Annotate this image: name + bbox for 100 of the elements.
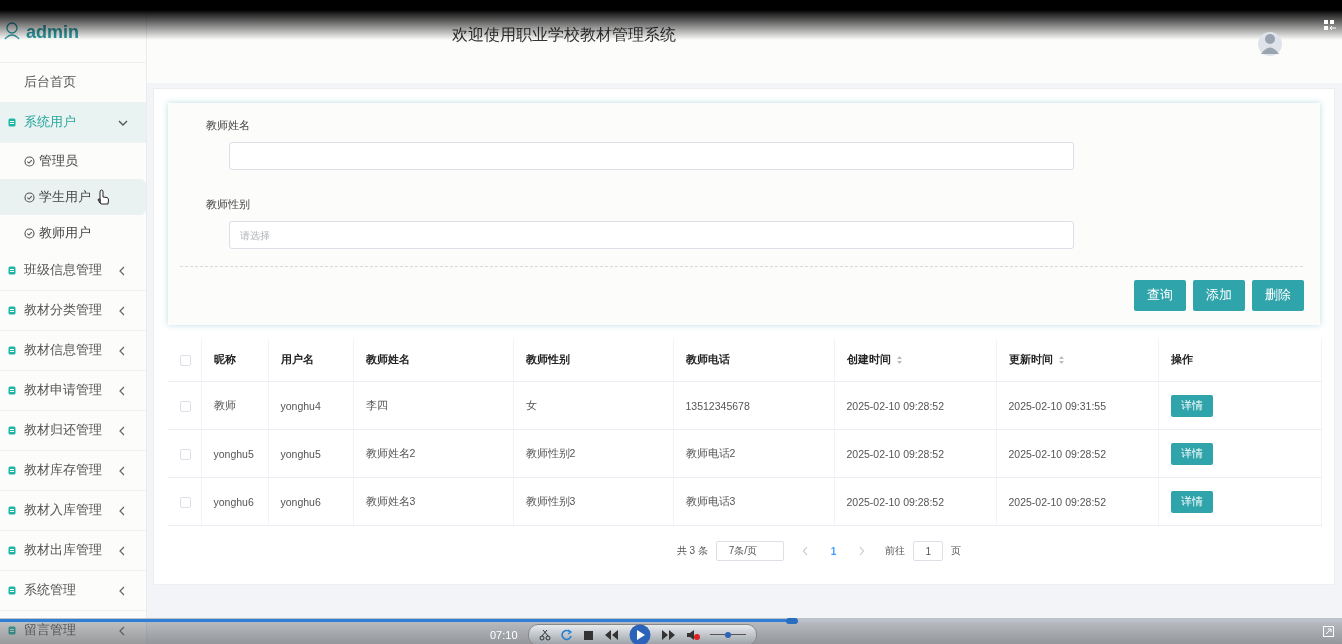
chevron-left-icon xyxy=(118,425,126,436)
table-cell: yonghu5 xyxy=(201,429,268,478)
menu-group[interactable]: 教材归还管理 xyxy=(0,411,146,451)
menu-label: 留言管理 xyxy=(24,622,77,639)
menu-group[interactable]: 教材申请管理 xyxy=(0,371,146,411)
check-circle-icon xyxy=(24,191,35,203)
rewind-icon[interactable] xyxy=(603,629,619,641)
column-header: 教师姓名 xyxy=(365,353,410,367)
submenu-item[interactable]: 教师用户 xyxy=(0,215,146,251)
document-icon xyxy=(8,266,16,275)
menu-group[interactable]: 教材信息管理 xyxy=(0,331,146,371)
input-field[interactable]: 请选择 xyxy=(229,221,1074,249)
chevron-left-icon xyxy=(118,625,126,636)
fullscreen-icon[interactable] xyxy=(1323,626,1334,637)
hand-cursor-icon xyxy=(95,189,110,205)
progress-handle[interactable] xyxy=(785,618,798,624)
field-label: 教师性别 xyxy=(206,197,251,211)
chevron-left-icon xyxy=(118,505,126,516)
chevron-right-icon[interactable] xyxy=(858,546,866,556)
volume-handle[interactable] xyxy=(724,632,731,638)
menu-label: 教材入库管理 xyxy=(24,502,103,519)
checkbox[interactable] xyxy=(180,448,191,460)
chevron-left-icon xyxy=(118,585,126,596)
document-icon xyxy=(8,626,16,635)
table-cell: 教师电话3 xyxy=(673,477,834,526)
menu-label: 教材信息管理 xyxy=(24,342,103,359)
table-cell: 13512345678 xyxy=(673,381,834,430)
menu-label: 系统管理 xyxy=(24,582,77,599)
document-icon xyxy=(8,386,16,395)
chevron-left-icon xyxy=(118,545,126,556)
goto-label: 前往 xyxy=(885,544,906,558)
play-icon[interactable] xyxy=(628,624,651,644)
column-header: 昵称 xyxy=(213,353,236,367)
document-icon xyxy=(8,118,16,127)
document-icon xyxy=(8,346,16,355)
table-cell: 2025-02-10 09:28:52 xyxy=(834,477,996,526)
table-cell: 教师性别2 xyxy=(513,429,673,478)
table-cell: 女 xyxy=(513,381,673,430)
table-cell: 2025-02-10 09:28:52 xyxy=(996,477,1158,526)
table-cell: yonghu4 xyxy=(268,381,353,430)
column-header: 操作 xyxy=(1170,353,1193,367)
chevron-left-icon xyxy=(118,305,126,316)
fast-forward-icon[interactable] xyxy=(660,629,676,641)
user-name: admin xyxy=(26,22,79,42)
page-title: 欢迎使用职业学校教材管理系统 xyxy=(452,25,676,45)
sort-icon[interactable] xyxy=(1057,355,1065,365)
menu-label: 教材出库管理 xyxy=(24,542,103,559)
input-field[interactable] xyxy=(229,142,1074,170)
menu-label: 教材分类管理 xyxy=(24,302,103,319)
page-unit: 页 xyxy=(951,544,962,558)
document-icon xyxy=(8,586,16,595)
table-cell: 李四 xyxy=(353,381,513,430)
menu-group[interactable]: 系统管理 xyxy=(0,571,146,611)
menu-group[interactable]: 教材库存管理 xyxy=(0,451,146,491)
table-cell: yonghu6 xyxy=(201,477,268,526)
table-cell: yonghu6 xyxy=(268,477,353,526)
table-cell: 教师姓名2 xyxy=(353,429,513,478)
chevron-left-icon xyxy=(118,465,126,476)
table-cell: 2025-02-10 09:28:52 xyxy=(834,381,996,430)
menu-label: 班级信息管理 xyxy=(24,262,103,279)
document-icon xyxy=(8,506,16,515)
menu-group[interactable]: 教材入库管理 xyxy=(0,491,146,531)
page-size-select[interactable]: 7条/页 xyxy=(715,541,784,561)
submenu-label: 管理员 xyxy=(39,152,78,170)
page-input[interactable]: 1 xyxy=(913,541,944,561)
menu-group[interactable]: 教材分类管理 xyxy=(0,291,146,331)
table-cell: 2025-02-10 09:28:52 xyxy=(996,429,1158,478)
checkbox[interactable] xyxy=(180,355,191,367)
stop-icon[interactable] xyxy=(582,629,594,641)
check-circle-icon xyxy=(24,155,35,167)
scissors-icon[interactable] xyxy=(538,629,551,641)
menu-label: 教材归还管理 xyxy=(24,422,103,439)
menu-label: 教材库存管理 xyxy=(24,462,103,479)
checkbox[interactable] xyxy=(180,496,191,508)
collapse-icon[interactable] xyxy=(1324,20,1336,30)
submenu-item[interactable]: 管理员 xyxy=(0,143,146,179)
menu-group[interactable]: 班级信息管理 xyxy=(0,251,146,291)
table-cell: 教师电话2 xyxy=(673,429,834,478)
document-icon xyxy=(8,466,16,475)
field-label: 教师姓名 xyxy=(206,118,251,132)
chevron-left-icon xyxy=(118,345,126,356)
mute-icon[interactable] xyxy=(685,629,700,641)
sort-icon[interactable] xyxy=(895,355,903,365)
checkbox[interactable] xyxy=(180,400,191,412)
submenu-label: 学生用户 xyxy=(39,188,91,206)
chevron-left-icon[interactable] xyxy=(801,546,809,556)
submenu-item[interactable]: 学生用户 xyxy=(0,179,146,215)
chevron-left-icon xyxy=(118,385,126,396)
table-cell: 教师姓名3 xyxy=(353,477,513,526)
column-header: 教师性别 xyxy=(525,353,570,367)
total-count: 共 3 条 xyxy=(676,544,708,558)
menu-group[interactable]: 教材出库管理 xyxy=(0,531,146,571)
menu-label: 教材申请管理 xyxy=(24,382,103,399)
table-cell: yonghu5 xyxy=(268,429,353,478)
table-cell: 教师性别3 xyxy=(513,477,673,526)
refresh-icon[interactable] xyxy=(560,629,573,641)
column-header: 创建时间 xyxy=(846,353,891,367)
column-header: 更新时间 xyxy=(1008,353,1053,367)
chevron-left-icon xyxy=(118,265,126,276)
document-icon xyxy=(8,306,16,315)
